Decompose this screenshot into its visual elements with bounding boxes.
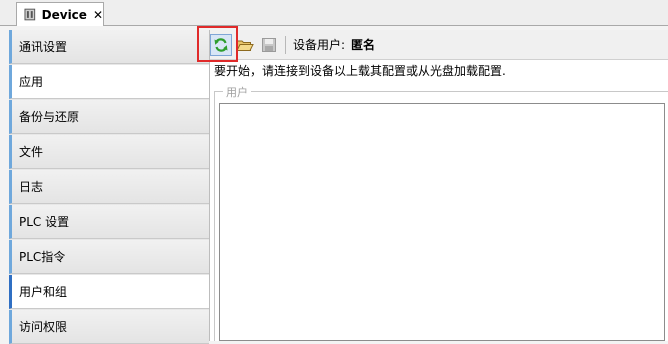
sidebar-item-label: 应用 (19, 75, 44, 89)
save-button[interactable] (258, 34, 280, 56)
save-icon (262, 37, 276, 52)
group-legend: 用户 (223, 84, 251, 100)
close-icon[interactable]: ✕ (93, 8, 103, 22)
sidebar-item-label: 文件 (19, 145, 44, 159)
connect-hint-text: 要开始，请连接到设备以上载其配置或从光盘加载配置. (214, 64, 506, 78)
sidebar: 通讯设置 应用 备份与还原 文件 日志 PLC 设置 PLC指令 用户和组 访问… (9, 30, 210, 344)
sidebar-item-plc-settings[interactable]: PLC 设置 (9, 205, 209, 239)
refresh-button[interactable] (210, 33, 232, 56)
users-group-box: 用户 (214, 84, 668, 341)
sidebar-item-label: PLC指令 (19, 250, 66, 264)
sidebar-item-label: 通讯设置 (19, 40, 68, 54)
sidebar-item-log[interactable]: 日志 (9, 170, 209, 204)
toolbar: 设备用户: 匿名 (210, 30, 668, 60)
sidebar-item-label: 备份与还原 (19, 110, 80, 124)
tab-strip: Device ✕ (0, 0, 668, 26)
sidebar-item-label: 访问权限 (19, 320, 68, 334)
users-list[interactable] (219, 103, 665, 341)
sidebar-item-label: PLC 设置 (19, 215, 70, 229)
device-icon (24, 8, 36, 21)
refresh-icon (214, 37, 228, 52)
sidebar-item-backup-restore[interactable]: 备份与还原 (9, 100, 209, 134)
sidebar-item-plc-commands[interactable]: PLC指令 (9, 240, 209, 274)
tab-title: Device (41, 7, 87, 22)
sidebar-item-access-rights[interactable]: 访问权限 (9, 310, 209, 344)
sidebar-item-label: 日志 (19, 180, 44, 194)
main-panel: 设备用户: 匿名 要开始，请连接到设备以上载其配置或从光盘加载配置. 用户 (210, 30, 668, 341)
sidebar-item-users-groups[interactable]: 用户和组 (9, 275, 209, 309)
sidebar-item-application[interactable]: 应用 (9, 65, 209, 99)
open-folder-icon (236, 40, 254, 51)
open-button[interactable] (234, 34, 256, 56)
sidebar-item-comm-settings[interactable]: 通讯设置 (9, 30, 209, 64)
sidebar-item-label: 用户和组 (19, 285, 68, 299)
toolbar-separator (285, 35, 286, 54)
device-user-value: 匿名 (351, 38, 376, 52)
device-user-label: 设备用户: (293, 38, 346, 52)
sidebar-item-files[interactable]: 文件 (9, 135, 209, 169)
tab-device[interactable]: Device ✕ (16, 2, 104, 26)
